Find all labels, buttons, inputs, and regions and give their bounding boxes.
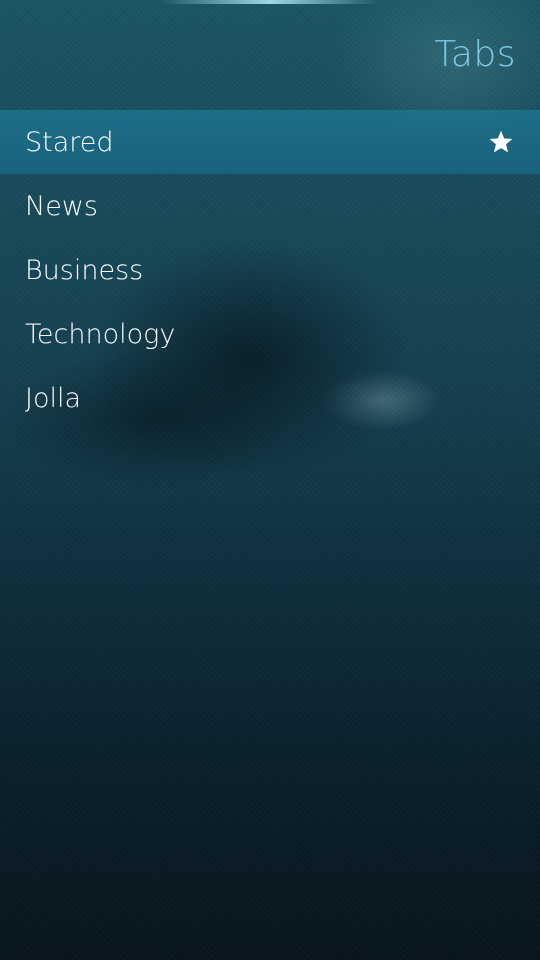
star-icon — [489, 130, 513, 153]
page-title: Tabs — [434, 34, 516, 75]
list-item-jolla[interactable]: Jolla — [0, 366, 540, 430]
list-item-business[interactable]: Business — [0, 238, 540, 302]
page-header: Tabs — [0, 0, 540, 110]
list-item-stared[interactable]: Stared — [0, 110, 540, 174]
tabs-list: Stared News Business Technology Jolla — [0, 110, 540, 430]
list-item-label: News — [25, 190, 98, 222]
list-item-label: Technology — [25, 318, 176, 350]
list-item-label: Business — [25, 254, 144, 286]
list-item-news[interactable]: News — [0, 174, 540, 238]
list-item-technology[interactable]: Technology — [0, 302, 540, 366]
list-item-label: Stared — [25, 126, 114, 158]
list-item-label: Jolla — [25, 382, 82, 414]
